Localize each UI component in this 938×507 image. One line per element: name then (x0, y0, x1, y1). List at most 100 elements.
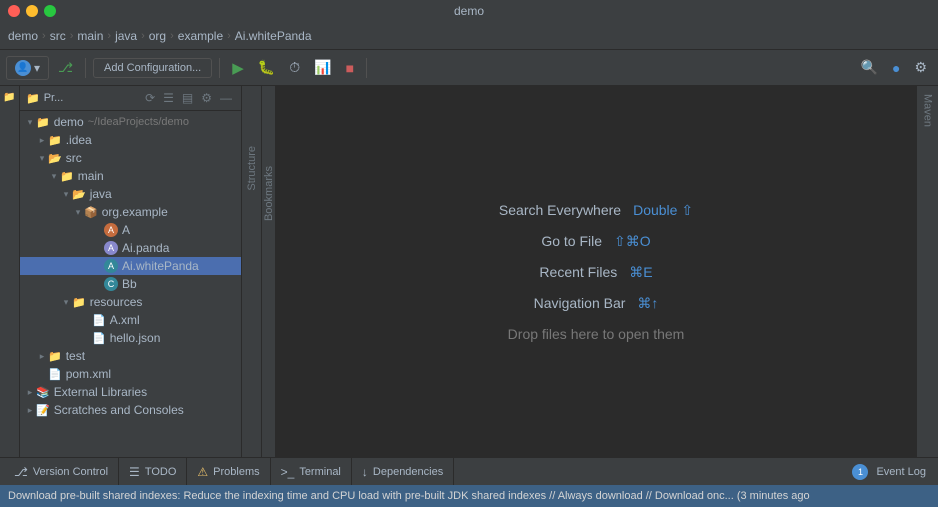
tree-item-Bb[interactable]: C Bb (20, 275, 241, 293)
tree-item-idea[interactable]: ▸ 📁 .idea (20, 131, 241, 149)
panel-tools: ⟳ ☰ ▤ ⚙ — (142, 90, 235, 106)
tree-item-ai-white-panda[interactable]: A Ai.whitePanda (20, 257, 241, 275)
breadcrumb-example[interactable]: example (178, 29, 223, 43)
user-button[interactable]: 👤 ▾ (6, 56, 49, 80)
maximize-button[interactable] (44, 5, 56, 17)
close-button[interactable] (8, 5, 20, 17)
tab-problems[interactable]: ⚠ Problems (187, 458, 270, 485)
tree-item-java[interactable]: ▾ 📂 java (20, 185, 241, 203)
bottom-right: 1 Event Log (852, 464, 934, 480)
event-log-label[interactable]: Event Log (876, 466, 926, 478)
event-badge: 1 (852, 464, 868, 480)
tree-label-ai-white-panda: Ai.whitePanda (122, 259, 199, 273)
tree-label-A: A (122, 223, 130, 237)
maven-label[interactable]: Maven (922, 86, 934, 135)
add-configuration-button[interactable]: Add Configuration... (93, 58, 212, 78)
breadcrumb-java[interactable]: java (115, 29, 137, 43)
welcome-label-nav: Navigation Bar (534, 295, 626, 311)
tree-arrow-main: ▾ (48, 171, 60, 182)
welcome-shortcut-goto: ⇧⌘O (614, 233, 651, 250)
tree-item-main[interactable]: ▾ 📁 main (20, 167, 241, 185)
breadcrumb-org[interactable]: org (149, 29, 166, 43)
tree-label-dim-demo: ~/IdeaProjects/demo (88, 116, 189, 128)
git-icon-btn[interactable]: ⎇ (53, 57, 78, 79)
tree-item-test[interactable]: ▸ 📁 test (20, 347, 241, 365)
breadcrumb-main[interactable]: main (77, 29, 103, 43)
breadcrumb-file[interactable]: Ai.whitePanda (235, 29, 312, 43)
version-control-icon: ⎇ (14, 465, 28, 479)
breadcrumb-src[interactable]: src (50, 29, 66, 43)
tree-label-ai-panda: Ai.panda (122, 241, 169, 255)
tree-label-test: test (66, 349, 85, 363)
run-button[interactable]: ▶ (227, 56, 249, 80)
java-folder-icon: 📂 (72, 188, 86, 201)
toolbar-sep-1 (85, 58, 86, 78)
welcome-recent-files[interactable]: Recent Files ⌘E (539, 264, 652, 281)
welcome-label-goto: Go to File (541, 233, 602, 249)
structure-label[interactable]: Structure (246, 146, 258, 191)
tab-label-terminal: Terminal (299, 466, 341, 478)
json-icon-hello: 📄 (92, 332, 106, 345)
file-tree: ▾ 📁 demo ~/IdeaProjects/demo ▸ 📁 .idea ▾… (20, 111, 241, 457)
panel-tool-btn-1[interactable]: ⟳ (142, 90, 158, 106)
tree-item-hello-json[interactable]: 📄 hello.json (20, 329, 241, 347)
minimize-button[interactable] (26, 5, 38, 17)
panel-settings-btn[interactable]: ⚙ (198, 90, 215, 106)
class-icon-A: A (104, 223, 118, 237)
panel-close-btn[interactable]: — (217, 90, 235, 106)
folder-icon-main: 📁 (60, 170, 74, 183)
breadcrumb-demo[interactable]: demo (8, 29, 38, 43)
problems-icon: ⚠ (197, 465, 208, 479)
dependencies-icon: ↓ (362, 465, 368, 479)
folder-icon-resources: 📁 (72, 296, 86, 309)
tree-item-A[interactable]: A A (20, 221, 241, 239)
tree-item-ext-libs[interactable]: ▸ 📚 External Libraries (20, 383, 241, 401)
breadcrumb-sep-4: › (141, 30, 145, 42)
tree-arrow-ext-libs: ▸ (24, 387, 36, 398)
tree-item-scratches[interactable]: ▸ 📝 Scratches and Consoles (20, 401, 241, 419)
search-everywhere-btn[interactable]: 🔍 (856, 56, 883, 79)
panel-tool-btn-3[interactable]: ▤ (179, 90, 196, 106)
tree-item-demo[interactable]: ▾ 📁 demo ~/IdeaProjects/demo (20, 113, 241, 131)
stop-button[interactable]: ■ (341, 57, 359, 79)
tree-label-idea: .idea (66, 133, 92, 147)
tree-label-src: src (66, 151, 82, 165)
package-icon-org-example: 📦 (84, 206, 98, 219)
class-icon-Bb: C (104, 277, 118, 291)
bookmarks-label[interactable]: Bookmarks (263, 166, 275, 221)
tree-label-org-example: org.example (102, 205, 168, 219)
coverage-button[interactable]: 📊 (309, 56, 336, 79)
project-tab-icon[interactable]: 📁 (2, 90, 18, 104)
panel-tool-btn-2[interactable]: ☰ (160, 90, 177, 106)
notifications-btn[interactable]: ● (887, 57, 905, 79)
tree-item-pom-xml[interactable]: 📄 pom.xml (20, 365, 241, 383)
tab-version-control[interactable]: ⎇ Version Control (4, 458, 119, 485)
tree-item-ai-panda[interactable]: A Ai.panda (20, 239, 241, 257)
welcome-search-everywhere[interactable]: Search Everywhere Double ⇧ (499, 202, 693, 219)
tab-terminal[interactable]: >_ Terminal (271, 458, 352, 485)
welcome-shortcut-recent: ⌘E (629, 264, 652, 281)
welcome-navigation-bar[interactable]: Navigation Bar ⌘↑ (534, 295, 659, 312)
tree-label-resources: resources (90, 295, 143, 309)
scratch-icon: 📝 (36, 404, 50, 417)
structure-sidebar: Structure (242, 86, 262, 457)
tab-dependencies[interactable]: ↓ Dependencies (352, 458, 454, 485)
tab-todo[interactable]: ☰ TODO (119, 458, 187, 485)
tree-label-ext-libs: External Libraries (54, 385, 147, 399)
welcome-go-to-file[interactable]: Go to File ⇧⌘O (541, 233, 650, 250)
tree-item-src[interactable]: ▾ 📂 src (20, 149, 241, 167)
breadcrumb-sep-2: › (70, 30, 74, 42)
tree-label-Bb: Bb (122, 277, 137, 291)
tree-item-a-xml[interactable]: 📄 A.xml (20, 311, 241, 329)
welcome-shortcut-search: Double ⇧ (633, 202, 693, 219)
tab-label-problems: Problems (213, 466, 259, 478)
tree-arrow-org-example: ▾ (72, 207, 84, 218)
title-bar: demo (0, 0, 938, 22)
tree-arrow-scratches: ▸ (24, 405, 36, 416)
debug-button[interactable]: 🐛 (253, 56, 280, 79)
tree-item-org-example[interactable]: ▾ 📦 org.example (20, 203, 241, 221)
tree-item-resources[interactable]: ▾ 📁 resources (20, 293, 241, 311)
settings-btn[interactable]: ⚙ (909, 56, 932, 79)
profile-button[interactable]: ⏱ (284, 56, 305, 79)
bottom-tabs: ⎇ Version Control ☰ TODO ⚠ Problems >_ T… (0, 457, 938, 485)
